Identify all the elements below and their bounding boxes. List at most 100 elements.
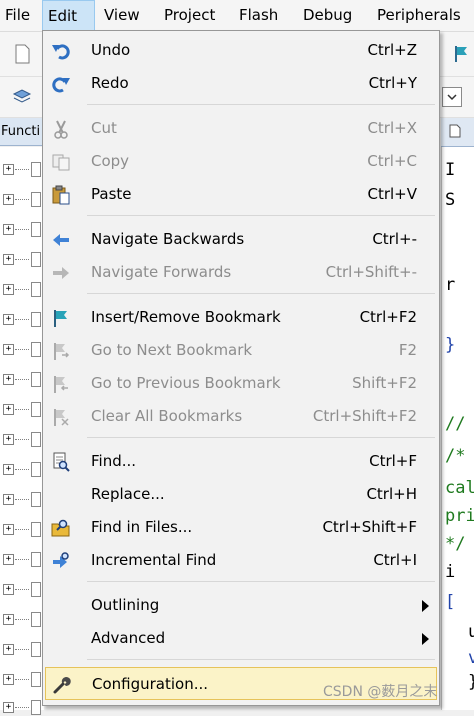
tree-item[interactable]: + — [3, 432, 43, 448]
menu-item-label: Insert/Remove Bookmark — [91, 308, 281, 326]
bookmark-flag-icon[interactable] — [452, 44, 472, 64]
tree-item[interactable]: + — [3, 642, 43, 658]
next-bookmark-icon — [54, 343, 70, 360]
expand-icon[interactable]: + — [3, 584, 14, 595]
menu-file[interactable]: File — [0, 0, 35, 31]
menu-item-label: Copy — [91, 152, 130, 170]
menu-item-label: Go to Next Bookmark — [91, 341, 253, 359]
navigate-back-icon — [53, 234, 69, 246]
expand-icon[interactable]: + — [3, 554, 14, 565]
expand-icon[interactable]: + — [3, 464, 14, 475]
clear-bookmarks-icon — [54, 409, 69, 426]
expand-icon[interactable]: + — [3, 434, 14, 445]
tree-item[interactable]: + — [3, 192, 43, 208]
tree-item[interactable]: + — [3, 252, 43, 268]
menu-item-label: Undo — [91, 41, 131, 59]
menu-item-redo[interactable]: Redo Ctrl+Y — [45, 67, 437, 100]
menu-item-navigate-forwards[interactable]: Navigate Forwards Ctrl+Shift+- — [45, 256, 437, 289]
menu-flash[interactable]: Flash — [234, 0, 283, 31]
file-icon — [31, 700, 41, 715]
tree-item[interactable]: + — [3, 492, 43, 508]
file-icon — [31, 462, 41, 477]
file-icon — [31, 372, 41, 387]
menu-item-find[interactable]: Find... Ctrl+F — [45, 445, 437, 478]
file-icon — [31, 252, 41, 267]
menu-item-shortcut: Shift+F2 — [352, 374, 417, 392]
menu-edit[interactable]: Edit — [42, 0, 95, 31]
tree-item[interactable]: + — [3, 282, 43, 298]
tree-item[interactable]: + — [3, 612, 43, 628]
menu-item-next-bookmark[interactable]: Go to Next Bookmark F2 — [45, 334, 437, 367]
menu-separator — [87, 293, 435, 294]
editor-tab[interactable] — [441, 118, 474, 147]
menu-item-shortcut: Ctrl+V — [367, 185, 417, 203]
file-icon — [31, 552, 41, 567]
expand-icon[interactable]: + — [3, 644, 14, 655]
expand-icon[interactable]: + — [3, 284, 14, 295]
menu-item-advanced[interactable]: Advanced — [45, 622, 437, 655]
file-icon — [31, 522, 41, 537]
menu-project[interactable]: Project — [159, 0, 220, 31]
tree-item[interactable]: + — [3, 222, 43, 238]
find-icon — [53, 452, 70, 472]
menu-item-label: Find... — [91, 452, 137, 470]
menu-item-label: Advanced — [91, 629, 166, 647]
tree-item[interactable]: + — [3, 162, 43, 178]
expand-icon[interactable]: + — [3, 254, 14, 265]
code-line: [ — [445, 592, 456, 612]
build-stack-icon[interactable] — [12, 86, 32, 106]
menu-item-undo[interactable]: Undo Ctrl+Z — [45, 34, 437, 67]
expand-icon[interactable]: + — [3, 194, 14, 205]
tree-item[interactable]: + — [3, 462, 43, 478]
expand-icon[interactable]: + — [3, 374, 14, 385]
tree-item[interactable]: + — [3, 342, 43, 358]
menu-item-previous-bookmark[interactable]: Go to Previous Bookmark Shift+F2 — [45, 367, 437, 400]
menu-item-shortcut: Ctrl+Shift+F2 — [312, 407, 417, 425]
tree-item[interactable]: + — [3, 402, 43, 418]
file-icon — [31, 642, 41, 657]
code-line: I — [445, 160, 456, 180]
menu-peripherals[interactable]: Peripherals — [372, 0, 466, 31]
redo-icon — [52, 77, 70, 93]
menu-item-cut[interactable]: Cut Ctrl+X — [45, 112, 437, 145]
tree-item[interactable]: + — [3, 582, 43, 598]
expand-icon[interactable]: + — [3, 674, 14, 685]
expand-icon[interactable]: + — [3, 494, 14, 505]
menu-item-copy[interactable]: Copy Ctrl+C — [45, 145, 437, 178]
menu-item-incremental-find[interactable]: Incremental Find Ctrl+I — [45, 544, 437, 577]
code-line: i — [445, 562, 456, 582]
menu-item-navigate-backwards[interactable]: Navigate Backwards Ctrl+- — [45, 223, 437, 256]
expand-icon[interactable]: + — [3, 224, 14, 235]
menu-item-shortcut: Ctrl+Shift+F — [322, 518, 417, 536]
expand-icon[interactable]: + — [3, 404, 14, 415]
new-file-icon[interactable] — [12, 44, 32, 64]
menu-item-insert-remove-bookmark[interactable]: Insert/Remove Bookmark Ctrl+F2 — [45, 301, 437, 334]
wrench-icon — [53, 677, 71, 694]
tree-item[interactable]: + — [3, 522, 43, 538]
expand-icon[interactable]: + — [3, 524, 14, 535]
menu-item-label: Navigate Backwards — [91, 230, 245, 248]
menu-item-outlining[interactable]: Outlining — [45, 589, 437, 622]
expand-icon[interactable]: + — [3, 164, 14, 175]
menu-item-clear-all-bookmarks[interactable]: Clear All Bookmarks Ctrl+Shift+F2 — [45, 400, 437, 433]
tree-item[interactable]: + — [3, 372, 43, 388]
menu-debug[interactable]: Debug — [298, 0, 357, 31]
tree-item[interactable]: + — [3, 552, 43, 568]
menu-view[interactable]: View — [99, 0, 145, 31]
expand-icon[interactable]: + — [3, 314, 14, 325]
menu-item-replace[interactable]: Replace... Ctrl+H — [45, 478, 437, 511]
expand-icon[interactable]: + — [3, 702, 14, 713]
menu-item-label: Clear All Bookmarks — [91, 407, 243, 425]
menu-item-label: Paste — [91, 185, 132, 203]
file-icon — [31, 222, 41, 237]
menu-item-find-in-files[interactable]: Find in Files... Ctrl+Shift+F — [45, 511, 437, 544]
tree-item[interactable]: + — [3, 312, 43, 328]
tree-item[interactable]: + — [3, 672, 43, 688]
code-line: cal — [445, 478, 474, 498]
expand-icon[interactable]: + — [3, 344, 14, 355]
expand-icon[interactable]: + — [3, 614, 14, 625]
menu-item-label: Configuration... — [92, 675, 209, 693]
toolbar-dropdown-button[interactable] — [442, 87, 462, 107]
menu-item-paste[interactable]: Paste Ctrl+V — [45, 178, 437, 211]
tree-item[interactable]: + — [3, 700, 43, 716]
